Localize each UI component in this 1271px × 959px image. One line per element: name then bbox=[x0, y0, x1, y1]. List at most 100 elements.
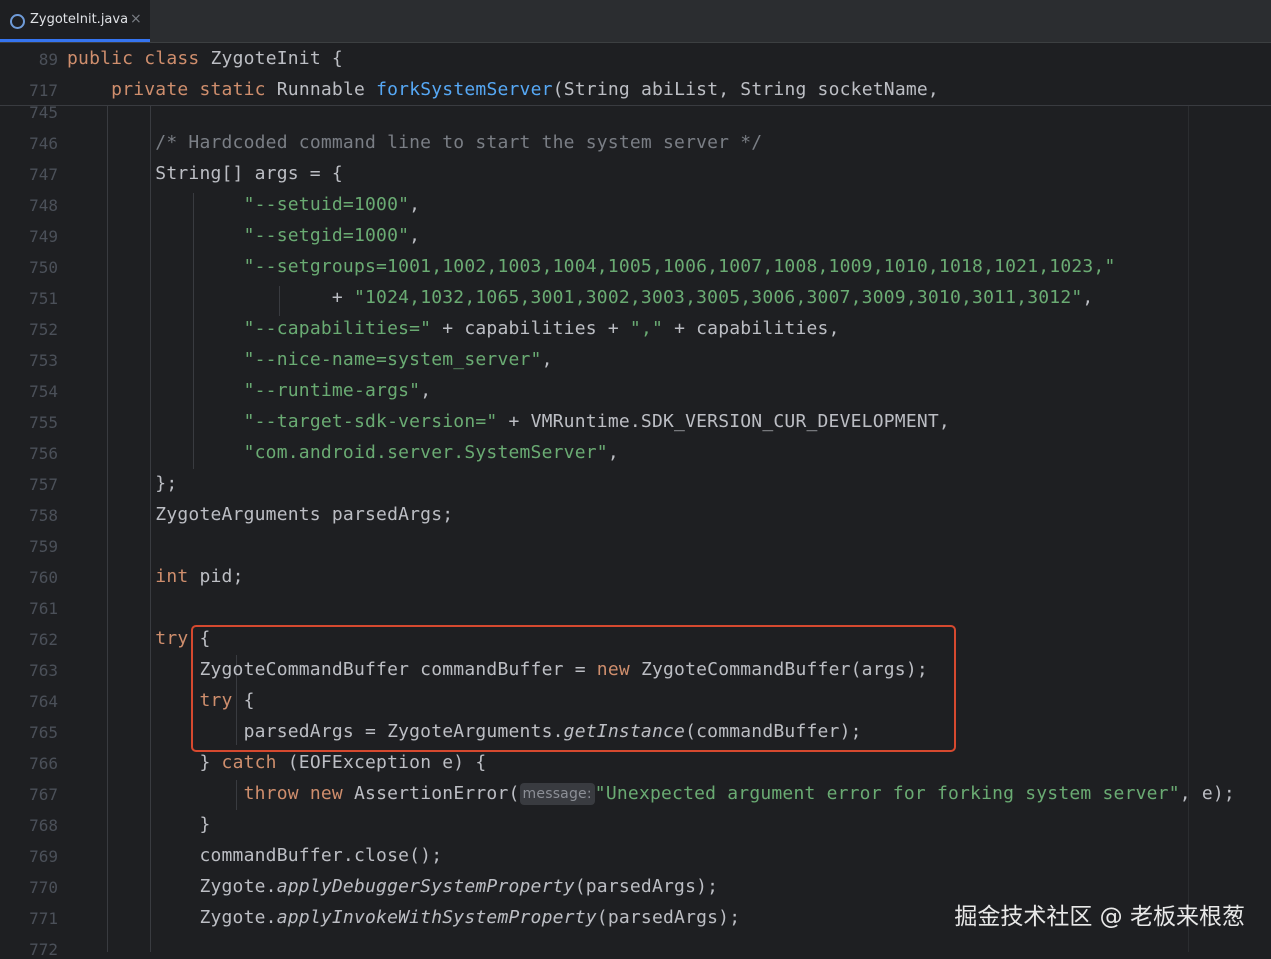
string-token: "," bbox=[629, 318, 664, 339]
code-token: + capabilities + bbox=[431, 318, 630, 339]
line-number: 763 bbox=[29, 661, 58, 680]
java-class-icon bbox=[10, 14, 25, 29]
line-number: 747 bbox=[29, 165, 58, 184]
string-token: "com.android.server.SystemServer" bbox=[243, 442, 608, 463]
line-number: 769 bbox=[29, 847, 58, 866]
keyword-token: static bbox=[199, 79, 266, 100]
code-token: Runnable bbox=[265, 79, 377, 100]
code-line[interactable]: commandBuffer.close(); bbox=[67, 845, 442, 866]
string-token: "Unexpected argument error for forking s… bbox=[594, 783, 1180, 804]
code-line[interactable]: + "1024,1032,1065,3001,3002,3003,3005,30… bbox=[67, 287, 1093, 308]
line-number: 754 bbox=[29, 382, 58, 401]
code-token: commandBuffer.close(); bbox=[67, 845, 443, 866]
line-number: 759 bbox=[29, 537, 58, 556]
editor-tab-bar: ZygoteInit.java × bbox=[0, 0, 1271, 43]
code-token: + bbox=[67, 287, 354, 308]
close-icon[interactable]: × bbox=[130, 11, 142, 27]
code-line[interactable]: "--nice-name=system_server", bbox=[67, 349, 553, 370]
code-token: , bbox=[541, 349, 553, 370]
code-token: Zygote. bbox=[67, 907, 277, 928]
string-token: "--setgid=1000" bbox=[243, 225, 410, 246]
code-line[interactable]: /* Hardcoded command line to start the s… bbox=[67, 132, 762, 153]
keyword-token: new bbox=[309, 783, 343, 804]
code-line[interactable]: "--setgid=1000", bbox=[67, 225, 420, 246]
code-line[interactable]: try { bbox=[67, 628, 211, 649]
code-line[interactable]: } catch (EOFException e) { bbox=[67, 752, 486, 773]
code-token: , bbox=[409, 194, 421, 215]
code-line[interactable]: Zygote.applyDebuggerSystemProperty(parse… bbox=[67, 876, 718, 897]
code-line[interactable]: Zygote.applyInvokeWithSystemProperty(par… bbox=[67, 907, 740, 928]
watermark: 掘金技术社区 @ 老板来根葱 bbox=[954, 904, 1245, 930]
code-token: }; bbox=[67, 473, 178, 494]
line-number: 745 bbox=[29, 103, 58, 122]
line-number: 766 bbox=[29, 754, 58, 773]
code-token: ZygoteArguments parsedArgs; bbox=[67, 504, 454, 525]
code-line[interactable]: public class ZygoteInit { bbox=[67, 48, 343, 69]
code-token: } bbox=[67, 814, 211, 835]
code-line[interactable]: String[] args = { bbox=[67, 163, 343, 184]
code-line[interactable]: ZygoteArguments parsedArgs; bbox=[67, 504, 453, 525]
line-number: 770 bbox=[29, 878, 58, 897]
line-number: 753 bbox=[29, 351, 58, 370]
code-line[interactable]: private static Runnable forkSystemServer… bbox=[67, 79, 939, 100]
code-token: (parsedArgs); bbox=[574, 876, 719, 897]
code-line[interactable]: throw new AssertionError(message: "Unexpe… bbox=[67, 783, 1235, 805]
code-line[interactable]: } bbox=[67, 814, 210, 835]
code-token: , bbox=[1082, 287, 1094, 308]
code-token: + capabilities, bbox=[663, 318, 840, 339]
line-number: 751 bbox=[29, 289, 58, 308]
tab-zygoteinit-java[interactable]: ZygoteInit.java × bbox=[0, 0, 150, 42]
code-line[interactable]: "com.android.server.SystemServer", bbox=[67, 442, 619, 463]
line-number: 752 bbox=[29, 320, 58, 339]
string-token: "--setgroups=1001,1002,1003,1004,1005,10… bbox=[243, 256, 1116, 277]
tab-label: ZygoteInit.java bbox=[30, 12, 129, 27]
line-number: 717 bbox=[29, 81, 58, 100]
code-token: , bbox=[420, 380, 432, 401]
line-number: 746 bbox=[29, 134, 58, 153]
code-token: String[] args = { bbox=[67, 163, 343, 184]
string-token: "--nice-name=system_server" bbox=[243, 349, 542, 370]
string-token: "1024,1032,1065,3001,3002,3003,3005,3006… bbox=[353, 287, 1083, 308]
string-token: "--target-sdk-version=" bbox=[243, 411, 498, 432]
string-token: "--runtime-args" bbox=[243, 380, 421, 401]
code-line[interactable]: "--setgroups=1001,1002,1003,1004,1005,10… bbox=[67, 256, 1116, 277]
line-number: 762 bbox=[29, 630, 58, 649]
code-token: applyDebuggerSystemProperty bbox=[276, 876, 575, 897]
string-token: "--setuid=1000" bbox=[243, 194, 410, 215]
code-line[interactable]: }; bbox=[67, 473, 177, 494]
string-token: "--capabilities=" bbox=[243, 318, 432, 339]
code-line[interactable]: "--setuid=1000", bbox=[67, 194, 420, 215]
line-number: 767 bbox=[29, 785, 58, 804]
code-line[interactable]: "--capabilities=" + capabilities + "," +… bbox=[67, 318, 840, 339]
code-token: applyInvokeWithSystemProperty bbox=[276, 907, 597, 928]
line-number: 756 bbox=[29, 444, 58, 463]
code-token: (EOFException e) { bbox=[276, 752, 487, 773]
line-number: 755 bbox=[29, 413, 58, 432]
code-token: ZygoteInit { bbox=[199, 48, 343, 69]
keyword-token: try bbox=[155, 628, 189, 649]
right-margin-guide bbox=[1188, 106, 1189, 952]
line-number: 760 bbox=[29, 568, 58, 587]
keyword-token: public bbox=[67, 48, 134, 69]
code-line[interactable]: int pid; bbox=[67, 566, 244, 587]
code-token: (String abiList, String socketName, bbox=[552, 79, 939, 100]
line-number: 771 bbox=[29, 909, 58, 928]
line-number: 768 bbox=[29, 816, 58, 835]
line-number: 758 bbox=[29, 506, 58, 525]
code-line[interactable]: "--runtime-args", bbox=[67, 380, 431, 401]
code-token: forkSystemServer bbox=[376, 79, 553, 100]
code-line[interactable]: "--target-sdk-version=" + VMRuntime.SDK_… bbox=[67, 411, 950, 432]
sticky-lines-header[interactable]: 89 public class ZygoteInit {717 private s… bbox=[0, 43, 1271, 106]
